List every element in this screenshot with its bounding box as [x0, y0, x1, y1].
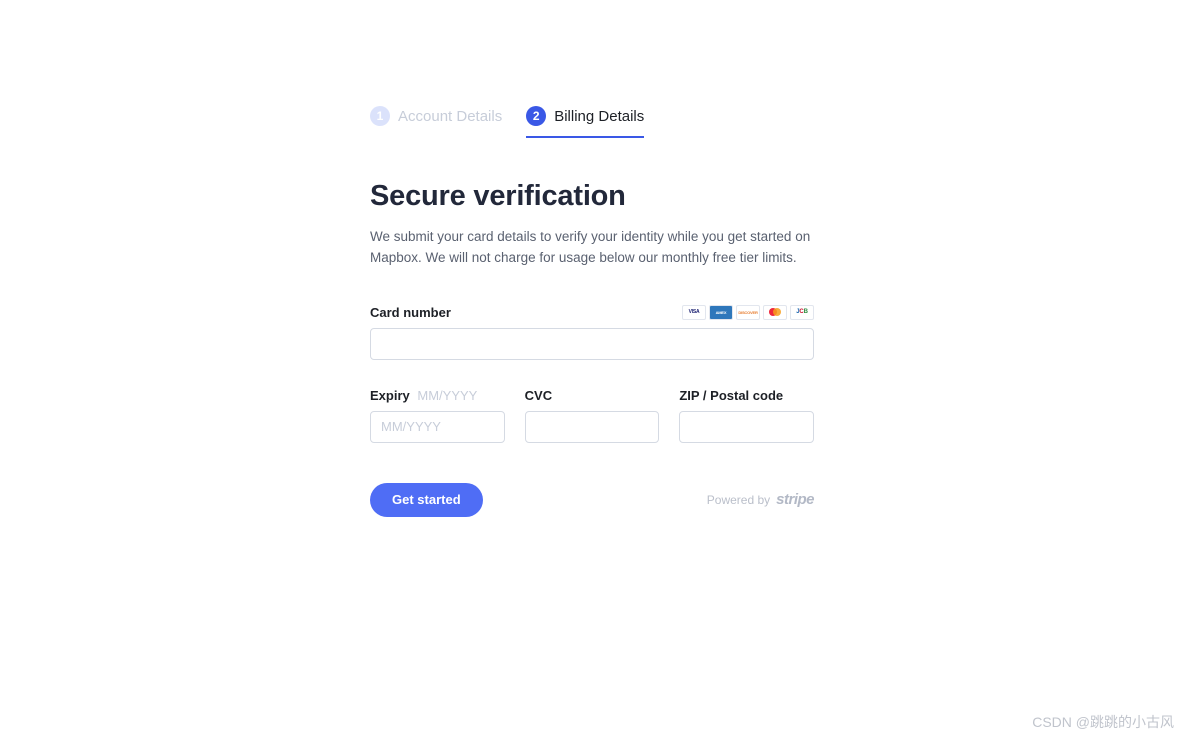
- expiry-label: Expiry MM/YYYY: [370, 388, 505, 403]
- step-billing-details[interactable]: 2 Billing Details: [526, 106, 644, 138]
- zip-label: ZIP / Postal code: [679, 388, 814, 403]
- get-started-button[interactable]: Get started: [370, 483, 483, 517]
- step-2-number: 2: [526, 106, 546, 126]
- jcb-icon: JCB: [790, 305, 814, 320]
- cvc-input[interactable]: [525, 411, 660, 443]
- zip-input[interactable]: [679, 411, 814, 443]
- cvc-group: CVC: [525, 388, 660, 443]
- expiry-input[interactable]: [370, 411, 505, 443]
- zip-group: ZIP / Postal code: [679, 388, 814, 443]
- powered-by-text: Powered by: [707, 493, 770, 507]
- discover-icon: DISCOVER: [736, 305, 760, 320]
- step-1-number: 1: [370, 106, 390, 126]
- step-2-label: Billing Details: [554, 108, 644, 125]
- mastercard-icon: [763, 305, 787, 320]
- step-indicator: 1 Account Details 2 Billing Details: [370, 106, 814, 138]
- step-account-details[interactable]: 1 Account Details: [370, 106, 502, 138]
- stripe-icon: stripe: [776, 491, 814, 508]
- billing-form-container: 1 Account Details 2 Billing Details Secu…: [370, 0, 814, 517]
- csdn-watermark: CSDN @跳跳的小古风: [1032, 712, 1174, 732]
- step-1-label: Account Details: [398, 108, 502, 125]
- expiry-group: Expiry MM/YYYY: [370, 388, 505, 443]
- card-number-input[interactable]: [370, 328, 814, 360]
- expiry-hint: MM/YYYY: [417, 388, 477, 403]
- card-number-group: Card number VISA AMEX DISCOVER JCB: [370, 305, 814, 360]
- amex-icon: AMEX: [709, 305, 733, 320]
- visa-icon: VISA: [682, 305, 706, 320]
- page-description: We submit your card details to verify yo…: [370, 227, 814, 269]
- powered-by-stripe: Powered by stripe: [707, 491, 814, 508]
- page-title: Secure verification: [370, 180, 814, 213]
- cvc-label: CVC: [525, 388, 660, 403]
- card-number-label: Card number: [370, 305, 451, 320]
- card-brand-icons: VISA AMEX DISCOVER JCB: [682, 305, 814, 320]
- form-footer: Get started Powered by stripe: [370, 483, 814, 517]
